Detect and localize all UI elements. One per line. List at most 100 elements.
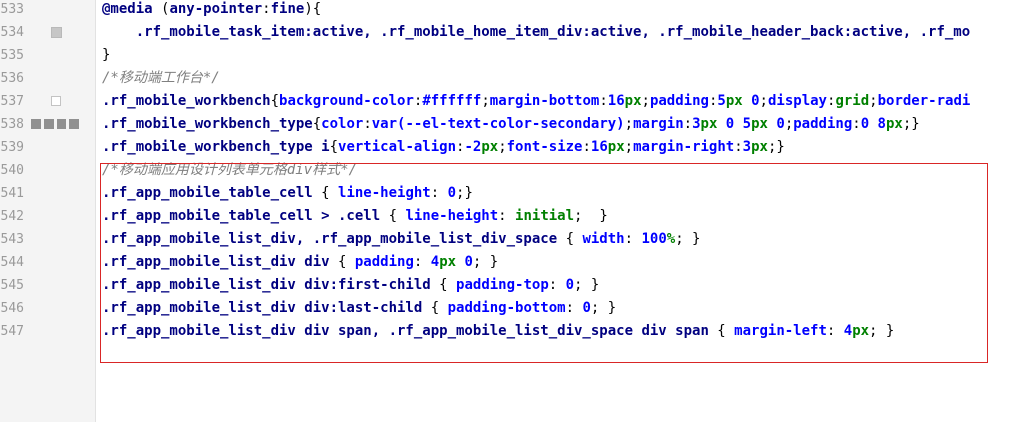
code-token: .rf_mobile_task_item:active, .rf_mobile_… — [102, 24, 971, 40]
code-line[interactable]: .rf_app_mobile_list_div div span, .rf_ap… — [102, 320, 894, 343]
code-token: -2 — [464, 139, 482, 155]
gutter-line: 537 — [0, 90, 95, 113]
code-line[interactable]: .rf_mobile_workbench_type i{vertical-ali… — [102, 136, 785, 159]
code-line[interactable]: .rf_app_mobile_list_div div { padding: 4… — [102, 251, 498, 274]
code-token: { — [708, 323, 735, 339]
code-token: 5 — [717, 93, 726, 109]
code-token: px — [439, 254, 457, 270]
code-line[interactable]: .rf_app_mobile_list_div div:first-child … — [102, 274, 599, 297]
code-token: 3 — [692, 116, 701, 132]
code-token: var(--el-text-color-secondary) — [371, 116, 625, 132]
code-line[interactable]: .rf_app_mobile_list_div div:last-child {… — [102, 297, 616, 320]
line-number: 543 — [0, 232, 24, 247]
code-token: 4 — [843, 323, 853, 339]
code-token: display — [767, 93, 827, 109]
code-token: padding — [793, 116, 853, 132]
line-number: 535 — [0, 48, 24, 63]
code-token: : — [852, 116, 861, 132]
code-token: 0 — [582, 300, 591, 316]
gutter-line: 533 — [0, 0, 95, 21]
code-token: ( — [152, 1, 170, 17]
code-token: px — [481, 139, 499, 155]
code-token: ; } — [574, 277, 600, 293]
code-token: margin-right — [633, 139, 735, 155]
gutter-line: 545 — [0, 274, 95, 297]
gutter-line: 534 — [0, 21, 95, 44]
code-token: line-height — [405, 208, 499, 224]
bookmark-marker-icon[interactable] — [51, 27, 62, 38]
code-token: background-color — [279, 93, 414, 109]
code-line[interactable]: .rf_app_mobile_list_div, .rf_app_mobile_… — [102, 228, 701, 251]
code-token: #ffffff — [422, 93, 482, 109]
code-token: ; — [869, 93, 878, 109]
gutter-line: 542 — [0, 205, 95, 228]
code-token: ; — [759, 93, 768, 109]
code-token: .rf_mobile_workbench_type i — [102, 139, 330, 155]
code-token: padding — [649, 93, 709, 109]
code-token: : — [430, 185, 448, 201]
code-token: : — [582, 139, 591, 155]
code-token: .rf_app_mobile_table_cell — [102, 185, 313, 201]
code-token: px — [624, 93, 642, 109]
code-line[interactable]: @media (any-pointer:fine){ — [102, 0, 321, 21]
code-token: : — [548, 277, 566, 293]
change-marker-segment — [43, 119, 54, 129]
gutter-line: 544 — [0, 251, 95, 274]
line-number: 546 — [0, 301, 24, 316]
code-token: ; — [624, 116, 634, 132]
code-token: : — [599, 93, 608, 109]
code-token: width — [582, 231, 625, 247]
code-token: { — [380, 208, 406, 224]
code-line[interactable]: .rf_mobile_workbench_type{color:var(--el… — [102, 113, 920, 136]
code-line[interactable]: .rf_mobile_workbench{background-color: #f… — [102, 90, 970, 113]
code-token: ){ — [304, 1, 322, 17]
code-token: grid — [835, 93, 870, 109]
code-token: margin — [633, 116, 684, 132]
code-token: .rf_app_mobile_table_cell > .cell — [102, 208, 381, 224]
code-line[interactable]: /*移动端工作台*/ — [102, 67, 220, 90]
code-token: 0 8 — [860, 116, 886, 132]
code-token: 0 — [447, 185, 457, 201]
code-token: : — [413, 254, 431, 270]
line-number: 536 — [0, 71, 24, 86]
line-number: 542 — [0, 209, 24, 224]
code-token: ; — [481, 93, 490, 109]
code-token: fine — [270, 1, 305, 17]
line-number: 537 — [0, 94, 24, 109]
code-editor[interactable]: @media (any-pointer:fine){ .rf_mobile_ta… — [96, 0, 1028, 422]
code-token: ; } — [869, 323, 895, 339]
code-token: ; } — [675, 231, 701, 247]
line-number: 544 — [0, 255, 24, 270]
code-line[interactable]: .rf_mobile_task_item:active, .rf_mobile_… — [102, 21, 970, 44]
code-token: ; — [641, 93, 650, 109]
code-line[interactable]: .rf_app_mobile_table_cell { line-height:… — [102, 182, 473, 205]
code-line[interactable]: .rf_app_mobile_table_cell > .cell { line… — [102, 205, 608, 228]
code-token: 100 — [641, 231, 667, 247]
code-line[interactable]: } — [102, 44, 110, 67]
code-token: { — [430, 277, 457, 293]
code-token: any-pointer — [169, 1, 263, 17]
code-token: { — [312, 185, 339, 201]
fold-marker-icon[interactable] — [51, 96, 61, 106]
code-token: { — [422, 300, 448, 316]
code-line[interactable]: /*移动端应用设计列表单元格div样式*/ — [102, 159, 357, 182]
code-token: : — [624, 231, 642, 247]
gutter-line: 539 — [0, 136, 95, 159]
gutter-line: 538 — [0, 113, 95, 136]
code-token: px — [725, 93, 743, 109]
code-token: % — [666, 231, 676, 247]
code-token: px — [751, 116, 768, 132]
gutter-line: 540 — [0, 159, 95, 182]
code-token: { — [270, 93, 280, 109]
code-token: ; } — [574, 208, 608, 224]
code-token: ;} — [902, 116, 920, 132]
code-token: 0 — [456, 254, 473, 270]
code-token: px — [886, 116, 903, 132]
code-token: : — [683, 116, 693, 132]
line-number: 539 — [0, 140, 24, 155]
code-token: 0 — [767, 116, 785, 132]
code-token: font-size — [506, 139, 583, 155]
code-token: vertical-align — [338, 139, 457, 155]
code-token: 4 — [430, 254, 440, 270]
code-token: initial — [515, 208, 575, 224]
